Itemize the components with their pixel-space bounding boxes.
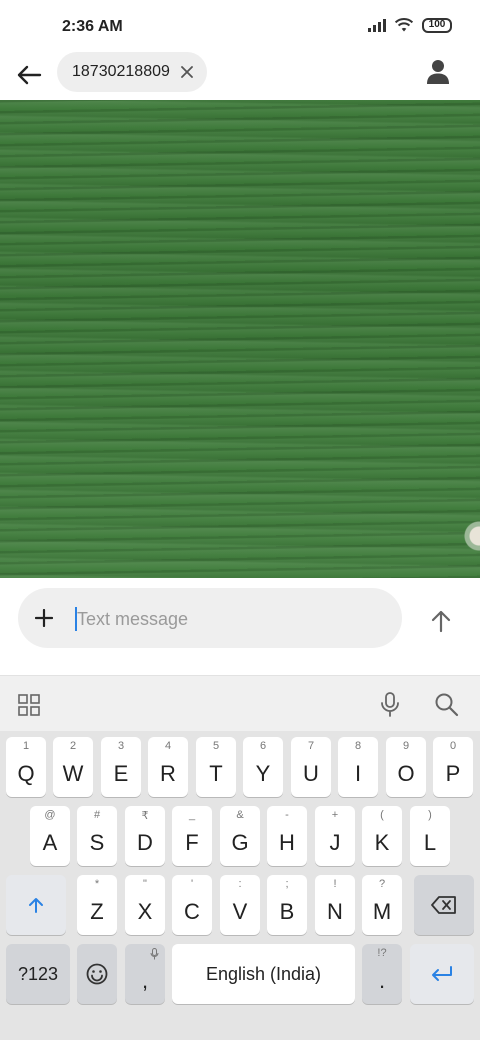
contact-icon	[427, 60, 449, 84]
compose-bar	[0, 578, 480, 675]
key-v[interactable]: :V	[220, 875, 260, 935]
enter-key[interactable]	[410, 944, 474, 1004]
back-arrow-icon	[17, 65, 42, 85]
symbols-key[interactable]: ?123	[6, 944, 70, 1004]
signal-icon	[368, 18, 386, 32]
microphone-icon[interactable]	[378, 692, 402, 718]
backspace-key[interactable]	[414, 875, 474, 935]
period-key[interactable]: !?.	[362, 944, 402, 1004]
back-button[interactable]	[12, 58, 46, 92]
flower-detail	[458, 512, 480, 572]
key-d[interactable]: ₹ D	[125, 806, 165, 866]
key-i[interactable]: 8I	[338, 737, 378, 797]
key-m[interactable]: ? M	[362, 875, 402, 935]
emoji-icon	[86, 963, 108, 985]
keyboard: 1Q 2W 3E 4R 5T 6Y 7U 8I 9O 0P @ A # S ₹ D _…	[0, 731, 480, 1040]
key-k[interactable]: (K	[362, 806, 402, 866]
recipient-number: 18730218809	[72, 63, 170, 80]
key-r[interactable]: 4R	[148, 737, 188, 797]
key-o[interactable]: 9O	[386, 737, 426, 797]
apps-grid-icon[interactable]	[18, 694, 40, 716]
remove-recipient-button[interactable]	[177, 62, 197, 82]
key-n[interactable]: ! N	[315, 875, 355, 935]
key-g[interactable]: & G	[220, 806, 260, 866]
key-u[interactable]: 7U	[291, 737, 331, 797]
status-icons: 100	[368, 17, 452, 33]
key-b[interactable]: ; B	[267, 875, 307, 935]
emoji-key[interactable]	[77, 944, 117, 1004]
message-input[interactable]	[77, 603, 377, 635]
attach-button[interactable]	[30, 604, 58, 632]
keyboard-toolbar	[0, 675, 480, 731]
key-y[interactable]: 6Y	[243, 737, 283, 797]
send-button[interactable]	[424, 604, 458, 638]
key-l[interactable]: ) L	[410, 806, 450, 866]
key-a[interactable]: @ A	[30, 806, 70, 866]
mic-hint-icon	[150, 948, 159, 960]
contact-button[interactable]	[422, 56, 454, 88]
key-c[interactable]: ' C	[172, 875, 212, 935]
backspace-icon	[431, 896, 456, 914]
plus-icon	[35, 609, 53, 627]
conversation-header: 18730218809	[0, 52, 480, 100]
key-f[interactable]: _ F	[172, 806, 212, 866]
wifi-icon	[394, 18, 414, 32]
close-icon	[181, 66, 193, 78]
key-j[interactable]: + J	[315, 806, 355, 866]
key-q[interactable]: 1Q	[6, 737, 46, 797]
key-e[interactable]: 3E	[101, 737, 141, 797]
key-s[interactable]: # S	[77, 806, 117, 866]
enter-icon	[432, 966, 452, 981]
recipient-chip[interactable]: 18730218809	[57, 52, 207, 92]
space-key[interactable]: English (India)	[172, 944, 355, 1004]
key-z[interactable]: * Z	[77, 875, 117, 935]
message-input-container	[18, 588, 402, 648]
shift-icon	[29, 898, 43, 913]
battery-icon: 100	[422, 17, 452, 33]
search-icon[interactable]	[434, 692, 460, 718]
send-arrow-icon	[431, 610, 451, 633]
key-x[interactable]: " X	[125, 875, 165, 935]
shift-key[interactable]	[6, 875, 66, 935]
comma-key[interactable]: ,	[125, 944, 165, 1004]
status-bar: 2:36 AM 100	[0, 0, 480, 52]
key-w[interactable]: 2W	[53, 737, 93, 797]
key-p[interactable]: 0P	[433, 737, 473, 797]
key-t[interactable]: 5T	[196, 737, 236, 797]
image-attachment[interactable]	[0, 100, 480, 578]
status-time: 2:36 AM	[62, 18, 123, 35]
key-h[interactable]: -H	[267, 806, 307, 866]
